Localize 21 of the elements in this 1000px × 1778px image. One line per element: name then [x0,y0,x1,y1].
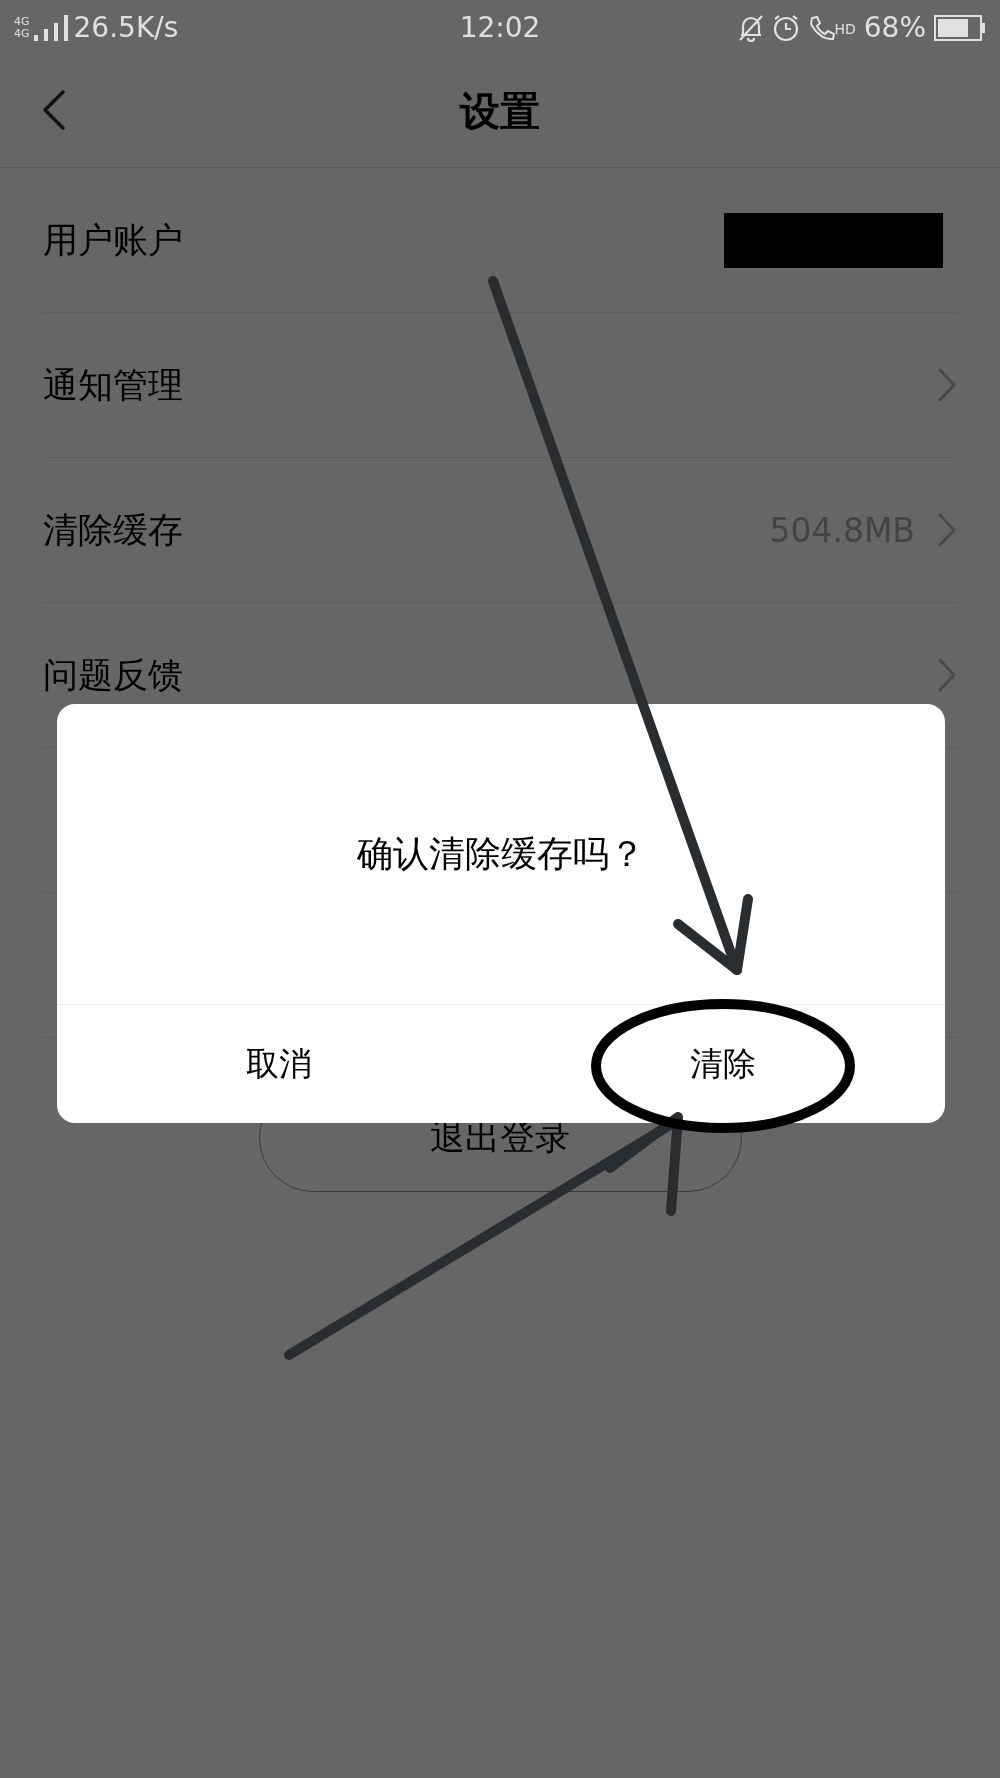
signal-icon [33,14,70,41]
hd-label: HD [834,21,856,37]
row-label[interactable]: 问题反馈 [43,651,183,699]
clock-time: 12:02 [459,11,541,44]
back-icon[interactable] [42,89,66,131]
network-speed: 26.5K/s [73,11,179,44]
chevron-right-icon [937,512,957,548]
dialog-message: 确认清除缓存吗？ [357,831,645,876]
page-title: 设置 [460,86,540,136]
network-label: 4G [14,15,30,28]
row-label[interactable]: 清除缓存 [43,506,183,554]
chevron-right-icon [937,657,957,693]
network-label: 4G [14,27,30,40]
phone-icon [808,13,837,42]
battery-icon [934,14,986,41]
alarm-clock-icon [772,13,801,42]
row-label[interactable]: 通知管理 [43,361,183,409]
bell-off-icon [738,13,765,42]
battery-percent: 68% [863,11,926,44]
chevron-right-icon [937,367,957,403]
row-label[interactable]: 用户账户 [43,216,183,264]
